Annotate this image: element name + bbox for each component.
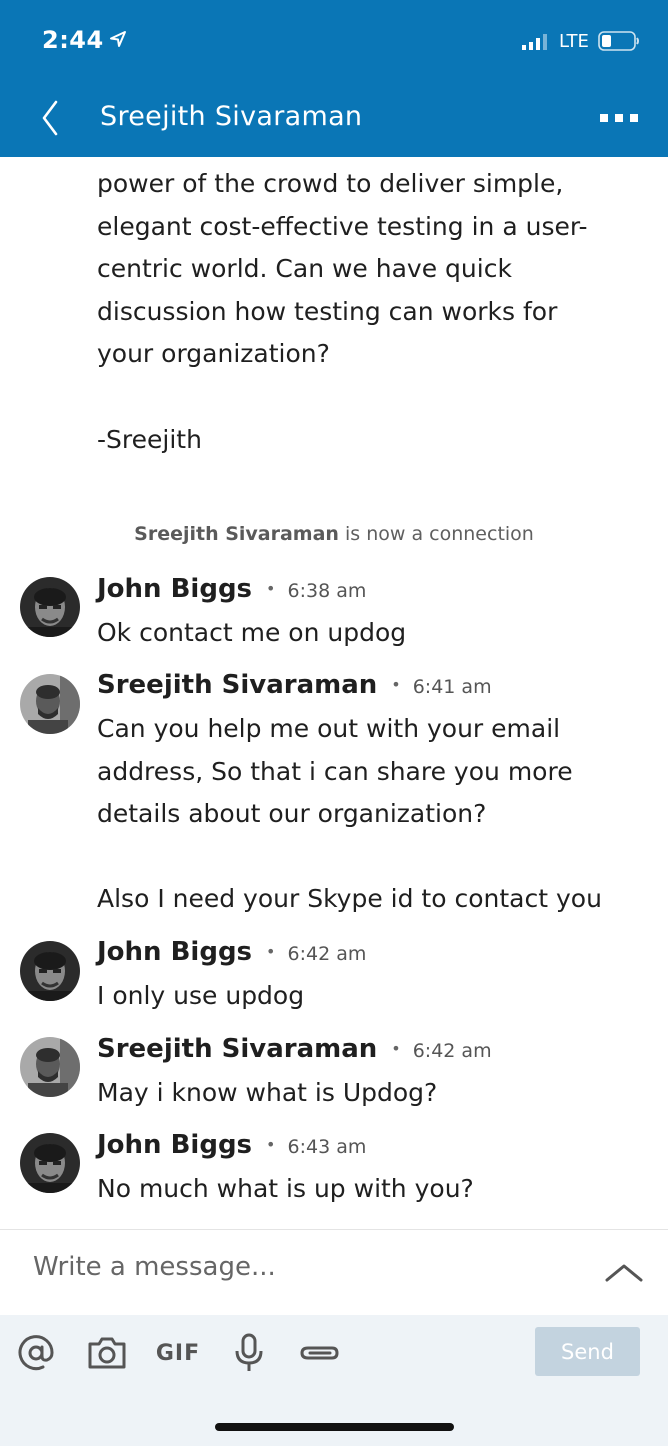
message-header: Sreejith Sivaraman • 6:42 am [97,1034,492,1064]
john-biggs-avatar[interactable] [20,941,80,1001]
john-biggs-avatar[interactable] [20,577,80,637]
signal-strength-icon [522,34,547,50]
location-arrow-icon [110,31,126,47]
mention-button[interactable] [16,1333,56,1373]
attach-button[interactable] [298,1333,342,1373]
separator-dot: • [391,675,401,694]
message-time: 6:43 am [287,1136,367,1158]
microphone-icon [235,1333,263,1371]
message-time: 6:42 am [412,1040,492,1062]
message-time: 6:42 am [287,943,367,965]
gif-button[interactable]: GIF [155,1333,201,1373]
send-button[interactable]: Send [535,1327,640,1376]
sender-name[interactable]: John Biggs [97,937,252,967]
john-biggs-avatar[interactable] [20,1133,80,1193]
sreejith-avatar[interactable] [20,674,80,734]
more-options-button[interactable] [594,104,644,132]
message-header: John Biggs • 6:43 am [97,1130,366,1160]
separator-dot: • [266,579,276,598]
back-button[interactable] [30,96,70,140]
paperclip-icon [300,1346,339,1360]
more-dot [600,114,608,122]
message-header: John Biggs • 6:38 am [97,574,366,604]
connection-notice: Sreejith Sivaraman is now a connection [0,523,668,545]
connection-name[interactable]: Sreejith Sivaraman [134,523,339,545]
camera-icon [88,1337,126,1369]
message-time: 6:41 am [412,676,492,698]
home-indicator[interactable] [215,1423,454,1431]
at-sign-icon [18,1335,54,1371]
chevron-up-icon[interactable] [604,1260,644,1286]
separator-dot: • [391,1039,401,1058]
voice-button[interactable] [232,1333,266,1373]
gif-label: GIF [155,1340,201,1366]
network-type: LTE [559,31,589,52]
sreejith-avatar[interactable] [20,1037,80,1097]
message-signature: -Sreejith [97,425,202,454]
message-body: power of the crowd to deliver simple, el… [97,163,637,376]
message-header: John Biggs • 6:42 am [97,937,366,967]
camera-button[interactable] [87,1333,127,1373]
conversation-title: Sreejith Sivaraman [100,101,363,132]
message-text: Ok contact me on updog [97,618,407,647]
chevron-left-icon [42,100,58,136]
sender-name[interactable]: Sreejith Sivaraman [97,1034,377,1064]
message-text: I only use updog [97,981,305,1010]
message-header: Sreejith Sivaraman • 6:41 am [97,670,492,700]
message-text: May i know what is Updog? [97,1078,438,1107]
sender-name[interactable]: Sreejith Sivaraman [97,670,377,700]
battery-icon [598,31,639,51]
separator-dot: • [266,1135,276,1154]
more-dot [630,114,638,122]
sender-name[interactable]: John Biggs [97,574,252,604]
app-header: 2:44 LTE Sreejith Sivaraman [0,0,668,157]
compose-area: Write a message... [0,1229,668,1315]
message-text: power of the crowd to deliver simple, el… [97,169,588,369]
connection-suffix: is now a connection [338,523,534,545]
message-text: Can you help me out with your email addr… [97,714,602,914]
sender-name[interactable]: John Biggs [97,1130,252,1160]
message-time: 6:38 am [287,580,367,602]
message-text: No much what is up with you? [97,1174,474,1203]
status-time: 2:44 [42,26,104,54]
message-list[interactable]: power of the crowd to deliver simple, el… [0,157,668,1229]
message-input[interactable]: Write a message... [33,1252,276,1282]
separator-dot: • [266,942,276,961]
more-dot [615,114,623,122]
